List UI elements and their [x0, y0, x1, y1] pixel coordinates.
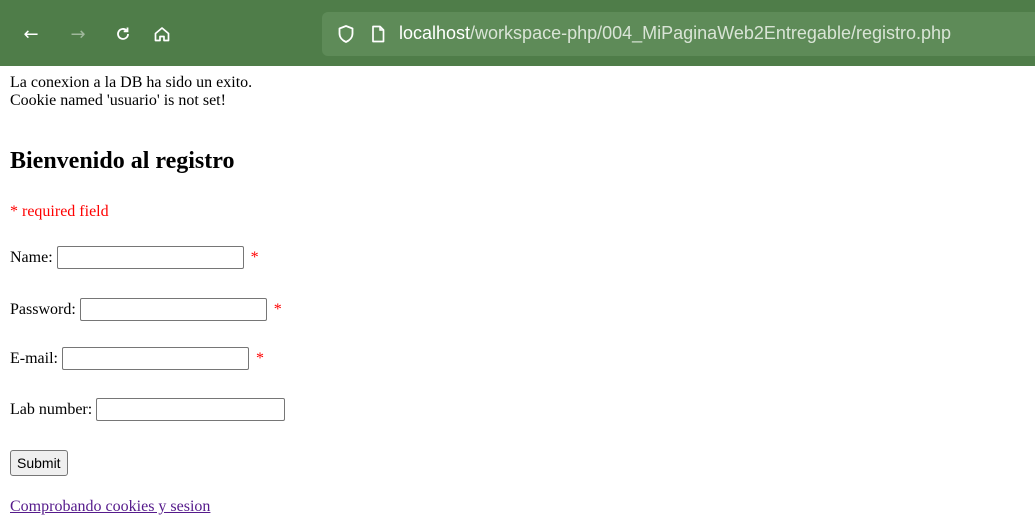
required-star: *: [250, 248, 259, 266]
name-row: Name: *: [10, 246, 259, 269]
browser-toolbar: ← → localhost/workspace-php/004_MiPagina…: [0, 0, 1035, 66]
name-label: Name:: [10, 248, 53, 266]
lab-number-row: Lab number:: [10, 398, 286, 421]
email-label: E-mail:: [10, 349, 58, 367]
lab-number-label: Lab number:: [10, 400, 93, 418]
required-star: *: [255, 349, 264, 367]
home-icon[interactable]: [150, 22, 174, 46]
page-title: Bienvenido al registro: [10, 148, 235, 174]
forward-icon[interactable]: →: [66, 22, 90, 46]
lab-number-input[interactable]: [96, 398, 286, 421]
url-host: localhost: [399, 23, 471, 43]
password-input[interactable]: [79, 298, 267, 321]
reload-icon[interactable]: [111, 22, 135, 46]
password-label: Password:: [10, 300, 76, 318]
password-row: Password: *: [10, 298, 282, 321]
page-content: La conexion a la DB ha sido un exito. Co…: [10, 74, 1035, 515]
cookie-message: Cookie named 'usuario' is not set!: [10, 92, 226, 109]
cookies-session-link[interactable]: Comprobando cookies y sesion: [10, 498, 210, 516]
shield-icon[interactable]: [336, 24, 356, 44]
url-bar[interactable]: localhost/workspace-php/004_MiPaginaWeb2…: [322, 12, 1035, 56]
email-input[interactable]: [61, 347, 249, 370]
name-input[interactable]: [56, 246, 244, 269]
db-connection-message: La conexion a la DB ha sido un exito.: [10, 74, 253, 91]
back-icon[interactable]: ←: [19, 22, 43, 46]
page-icon: [368, 24, 388, 44]
url-text[interactable]: localhost/workspace-php/004_MiPaginaWeb2…: [399, 23, 951, 44]
required-note: * required field: [10, 203, 109, 220]
email-row: E-mail: *: [10, 347, 264, 370]
url-path: /workspace-php/004_MiPaginaWeb2Entregabl…: [470, 23, 952, 43]
submit-button[interactable]: Submit: [10, 450, 68, 476]
required-star: *: [273, 300, 282, 318]
